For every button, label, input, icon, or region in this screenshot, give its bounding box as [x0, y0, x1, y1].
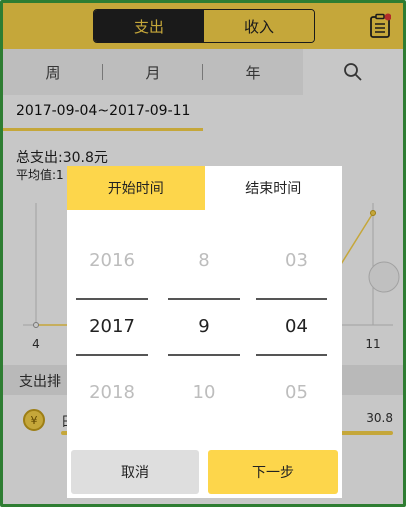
day-rule-bottom: [256, 354, 327, 356]
year-wheel[interactable]: 2016 2017 2018: [67, 210, 157, 446]
day-selected: 04: [285, 316, 308, 337]
cancel-button[interactable]: 取消: [71, 450, 199, 494]
year-rule-bottom: [76, 354, 148, 356]
app-frame: 支出 收入 周 月 年 2017-09-04~2017-09-11 总支出:30…: [0, 0, 406, 507]
month-selected: 9: [198, 316, 210, 337]
month-wheel[interactable]: 8 9 10: [157, 210, 251, 446]
next-step-button[interactable]: 下一步: [208, 450, 338, 494]
day-above: 03: [285, 250, 308, 271]
month-rule-bottom: [168, 354, 240, 356]
date-wheel: 2016 2017 2018 8 9 10 03 04 05: [67, 210, 342, 446]
day-below: 05: [285, 382, 308, 403]
month-rule-top: [168, 298, 240, 300]
month-below: 10: [192, 382, 216, 403]
dialog-tabs: 开始时间 结束时间: [67, 166, 342, 210]
year-below: 2018: [89, 382, 135, 403]
day-rule-top: [256, 298, 327, 300]
date-picker-dialog: 开始时间 结束时间 2016 2017 2018 8 9 10 03 04 05…: [67, 166, 342, 498]
tab-end-time[interactable]: 结束时间: [205, 166, 343, 210]
month-above: 8: [198, 250, 210, 271]
year-above: 2016: [89, 250, 135, 271]
year-rule-top: [76, 298, 148, 300]
tab-start-time[interactable]: 开始时间: [67, 166, 205, 210]
year-selected: 2017: [89, 316, 135, 337]
day-wheel[interactable]: 03 04 05: [251, 210, 342, 446]
dialog-actions: 取消 下一步: [71, 450, 338, 494]
